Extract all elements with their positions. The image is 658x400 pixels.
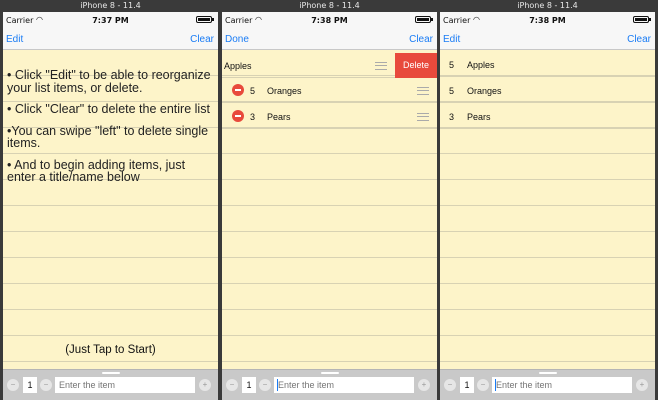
- list-item-swiped[interactable]: Apples Delete: [222, 53, 437, 78]
- item-quantity: 5: [250, 86, 256, 96]
- reorder-icon[interactable]: [375, 62, 387, 70]
- item-quantity: 5: [449, 60, 455, 70]
- navigation-bar: Edit Clear: [440, 29, 655, 50]
- minus-circle-icon[interactable]: −: [259, 379, 271, 391]
- status-time: 7:37 PM: [92, 16, 129, 25]
- list-item[interactable]: 5 Oranges: [440, 78, 655, 103]
- done-button[interactable]: Done: [225, 34, 249, 45]
- list-item[interactable]: 5 Apples: [440, 52, 655, 77]
- add-item-bar: − 1 − +: [3, 369, 218, 400]
- drag-handle[interactable]: [101, 372, 120, 374]
- minus-circle-icon[interactable]: −: [226, 379, 238, 391]
- app-screen: Carrier ◠ 7:37 PM Edit Clear • Click "Ed…: [3, 12, 218, 400]
- item-quantity: 3: [449, 112, 455, 122]
- quantity-field[interactable]: 1: [23, 377, 37, 393]
- clear-button[interactable]: Clear: [190, 34, 214, 45]
- status-time: 7:38 PM: [529, 16, 566, 25]
- battery-icon: [633, 16, 651, 23]
- simulator-window-3: iPhone 8 - 11.4 Carrier ◠ 7:38 PM Edit C…: [437, 0, 658, 400]
- item-name-input[interactable]: [55, 377, 195, 393]
- instruction-swipe: •You can swipe "left" to delete single i…: [7, 123, 209, 150]
- minus-circle-icon[interactable]: −: [7, 379, 19, 391]
- item-name: Apples: [467, 60, 495, 70]
- minus-circle-icon[interactable]: [232, 84, 244, 96]
- plus-circle-icon[interactable]: +: [636, 379, 648, 391]
- item-quantity: 5: [449, 86, 455, 96]
- simulator-window-2: iPhone 8 - 11.4 Carrier ◠ 7:38 PM Done C…: [219, 0, 440, 400]
- navigation-bar: Edit Clear: [3, 29, 218, 50]
- text-cursor: [277, 379, 278, 391]
- item-name: Pears: [467, 112, 491, 122]
- tap-to-start-hint[interactable]: (Just Tap to Start): [3, 344, 218, 356]
- item-quantity: 3: [250, 112, 256, 122]
- minus-circle-icon[interactable]: −: [444, 379, 456, 391]
- simulator-title: iPhone 8 - 11.4: [437, 0, 658, 12]
- list-item[interactable]: 3 Pears: [440, 104, 655, 129]
- list-item[interactable]: 5 Oranges: [222, 78, 437, 103]
- minus-circle-icon[interactable]: [232, 110, 244, 122]
- delete-button[interactable]: Delete: [395, 53, 437, 78]
- drag-handle[interactable]: [538, 372, 557, 374]
- navigation-bar: Done Clear: [222, 29, 437, 50]
- battery-icon: [196, 16, 214, 23]
- add-item-bar: − 1 − +: [222, 369, 437, 400]
- reorder-icon[interactable]: [417, 87, 429, 95]
- quantity-field[interactable]: 1: [242, 377, 256, 393]
- battery-icon: [415, 16, 433, 23]
- clear-button[interactable]: Clear: [627, 34, 651, 45]
- instruction-clear: • Click "Clear" to delete the entire lis…: [7, 102, 210, 116]
- app-screen: Carrier ◠ 7:38 PM Done Clear Apples Dele…: [222, 12, 437, 400]
- app-screen: Carrier ◠ 7:38 PM Edit Clear 5 Apples 5 …: [440, 12, 655, 400]
- item-name-input[interactable]: [492, 377, 632, 393]
- minus-circle-icon[interactable]: −: [477, 379, 489, 391]
- status-bar: Carrier ◠ 7:38 PM: [440, 12, 655, 29]
- edit-button[interactable]: Edit: [6, 34, 23, 45]
- item-name: Apples: [224, 61, 252, 71]
- quantity-field[interactable]: 1: [460, 377, 474, 393]
- drag-handle[interactable]: [320, 372, 339, 374]
- minus-circle-icon[interactable]: −: [40, 379, 52, 391]
- reorder-icon[interactable]: [417, 113, 429, 121]
- item-name: Oranges: [267, 86, 302, 96]
- status-bar: Carrier ◠ 7:38 PM: [222, 12, 437, 29]
- item-name-input[interactable]: [274, 377, 414, 393]
- simulator-title: iPhone 8 - 11.4: [219, 0, 440, 12]
- list-item[interactable]: 3 Pears: [222, 104, 437, 129]
- clear-button[interactable]: Clear: [409, 34, 433, 45]
- item-name: Pears: [267, 112, 291, 122]
- instruction-edit: • Click "Edit" to be able to reorganize …: [7, 68, 211, 95]
- add-item-bar: − 1 − +: [440, 369, 655, 400]
- instruction-add: • And to begin adding items, just enter …: [7, 157, 186, 184]
- edit-button[interactable]: Edit: [443, 34, 460, 45]
- status-time: 7:38 PM: [311, 16, 348, 25]
- plus-circle-icon[interactable]: +: [199, 379, 211, 391]
- plus-circle-icon[interactable]: +: [418, 379, 430, 391]
- text-cursor: [495, 379, 496, 391]
- status-bar: Carrier ◠ 7:37 PM: [3, 12, 218, 29]
- simulator-window-1: iPhone 8 - 11.4 Carrier ◠ 7:37 PM Edit C…: [0, 0, 221, 400]
- simulator-title: iPhone 8 - 11.4: [0, 0, 221, 12]
- instructions-text: • Click "Edit" to be able to reorganize …: [7, 69, 216, 193]
- item-name: Oranges: [467, 86, 502, 96]
